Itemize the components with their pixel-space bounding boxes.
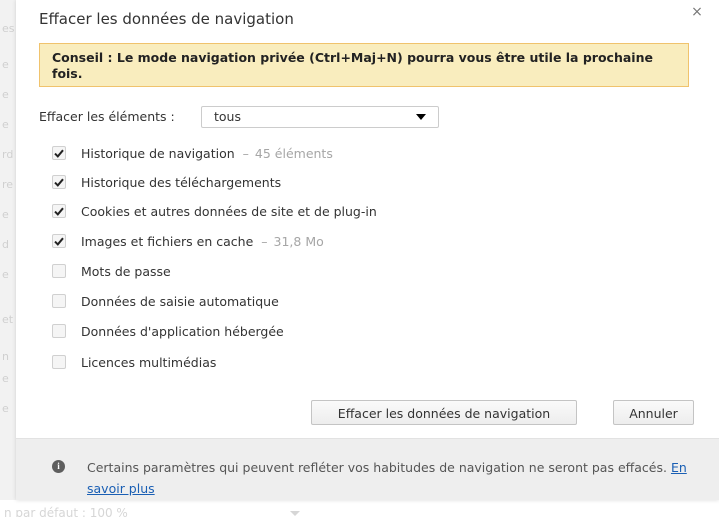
chevron-down-icon <box>416 114 426 120</box>
background-fragment: e <box>2 268 9 281</box>
checkbox-checked[interactable] <box>52 234 66 248</box>
checkbox-item-media-licenses[interactable]: Licences multimédias <box>52 352 216 372</box>
checkbox-item-autofill[interactable]: Données de saisie automatique <box>52 291 279 311</box>
checkmark-icon <box>54 178 64 187</box>
checkmark-icon <box>54 207 64 216</box>
background-fragment: e <box>2 118 9 131</box>
checkbox-item-download-history[interactable]: Historique des téléchargements <box>52 172 281 192</box>
background-fragment: et <box>2 313 14 326</box>
background-zoom-text: n par défaut : 100 % <box>4 506 128 517</box>
background-fragment: rd <box>2 148 14 161</box>
checkbox-label: Historique des téléchargements <box>81 174 282 190</box>
cancel-button[interactable]: Annuler <box>613 400 694 425</box>
checkbox-unchecked[interactable] <box>52 294 66 308</box>
background-fragment: es <box>2 22 15 35</box>
checkbox-checked[interactable] <box>52 204 66 218</box>
checkbox-checked[interactable] <box>52 175 66 189</box>
detail-separator: – <box>261 233 268 249</box>
checkbox-label: Cookies et autres données de site et de … <box>81 203 377 219</box>
checkbox-item-browsing-history[interactable]: Historique de navigation – 45 éléments <box>52 143 333 163</box>
background-fragment: re <box>2 178 14 191</box>
checkbox-unchecked[interactable] <box>52 324 66 338</box>
checkmark-icon <box>54 237 64 246</box>
checkbox-label: Licences multimédias <box>81 354 217 370</box>
time-range-label: Effacer les éléments : <box>39 109 175 124</box>
close-icon[interactable]: × <box>690 4 704 20</box>
background-fragment: e <box>2 372 9 385</box>
checkbox-label: Mots de passe <box>81 263 171 279</box>
clear-browsing-data-dialog: Effacer les données de navigation × Cons… <box>16 0 719 500</box>
checkbox-item-cached-images[interactable]: Images et fichiers en cache – 31,8 Mo <box>52 231 324 251</box>
detail-separator: – <box>242 145 249 161</box>
cache-size: 31,8 Mo <box>273 233 324 249</box>
dialog-footer: i Certains paramètres qui peuvent reflét… <box>16 438 719 500</box>
background-fragment: e <box>2 88 9 101</box>
checkbox-label: Historique de navigation <box>81 145 235 161</box>
background-fragment: d <box>2 238 9 251</box>
page: es e e e rd re e d e et n e e n par défa… <box>0 0 719 517</box>
info-icon: i <box>52 460 65 473</box>
checkbox-label: Images et fichiers en cache <box>81 233 254 249</box>
incognito-tip-banner: Conseil : Le mode navigation privée (Ctr… <box>39 43 689 87</box>
time-range-select[interactable]: tous <box>201 106 439 128</box>
item-count: 45 éléments <box>254 145 333 161</box>
checkmark-icon <box>54 149 64 158</box>
checkbox-checked[interactable] <box>52 146 66 160</box>
time-range-selected-value: tous <box>214 109 241 124</box>
background-fragment: e <box>2 58 9 71</box>
checkbox-item-cookies[interactable]: Cookies et autres données de site et de … <box>52 201 377 221</box>
background-dropdown-arrow-icon <box>290 511 300 516</box>
footer-notice-text: Certains paramètres qui peuvent refléter… <box>87 460 667 475</box>
checkbox-label: Données de saisie automatique <box>81 293 279 309</box>
checkbox-item-hosted-app-data[interactable]: Données d'application hébergée <box>52 321 284 341</box>
background-fragment: e <box>2 208 9 221</box>
background-page-strip: es e e e rd re e d e et n e e <box>0 0 16 517</box>
dialog-title: Effacer les données de navigation <box>39 10 294 28</box>
checkbox-item-passwords[interactable]: Mots de passe <box>52 261 171 281</box>
background-fragment: n <box>2 350 9 363</box>
clear-data-button[interactable]: Effacer les données de navigation <box>311 400 577 425</box>
checkbox-unchecked[interactable] <box>52 264 66 278</box>
footer-notice: Certains paramètres qui peuvent refléter… <box>87 457 697 499</box>
checkbox-unchecked[interactable] <box>52 355 66 369</box>
checkbox-label: Données d'application hébergée <box>81 323 284 339</box>
background-fragment: e <box>2 402 9 415</box>
